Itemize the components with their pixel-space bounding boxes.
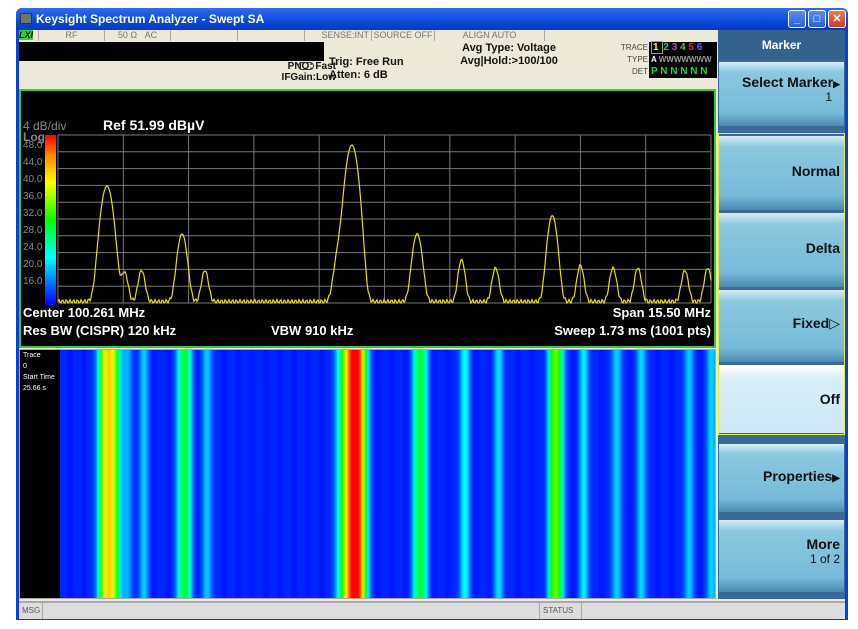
properties-softkey[interactable]: Properties▶ <box>719 444 844 512</box>
more-softkey[interactable]: More 1 of 2 <box>719 520 844 592</box>
waterfall-start-label: Start Time <box>23 374 55 381</box>
input-indicator: RF <box>39 30 105 41</box>
ifgain-setting: IFGain:Low <box>281 72 336 83</box>
detector-4: N <box>680 66 691 77</box>
trace-6[interactable]: 6 <box>697 42 703 53</box>
span: Span 15.50 MHz <box>612 305 711 320</box>
trigger-setting: Trig: Free Run <box>329 56 404 68</box>
more-label: More <box>806 536 840 552</box>
msg-field <box>43 603 540 619</box>
det-label: DET <box>632 67 648 76</box>
minimize-button[interactable]: _ <box>788 10 806 28</box>
coupling-indicator: AC <box>144 30 158 40</box>
lxi-indicator: LXI <box>19 30 34 40</box>
source-indicator: SOURCE OFF <box>372 30 435 41</box>
atten-setting: Atten: 6 dB <box>329 69 388 81</box>
avg-hold: Avg|Hold:>100/100 <box>460 55 558 67</box>
waterfall-display[interactable]: Trace 0 Start Time 25.66 s <box>19 349 716 599</box>
detector-1: P <box>651 66 661 77</box>
msg-label: MSG <box>19 603 43 619</box>
detector-5: N <box>690 66 701 77</box>
waterfall-image <box>60 350 715 598</box>
trace-type-rest: WWWWWWW <box>658 55 712 64</box>
video-bandwidth: VBW 910 kHz <box>271 323 354 338</box>
center-frequency: Center 100.261 MHz <box>23 305 146 320</box>
trace-5[interactable]: 5 <box>688 42 696 53</box>
trace-1[interactable]: 1 <box>651 41 664 54</box>
detector-3: N <box>670 66 681 77</box>
spectrum-graph[interactable]: 4 dB/div Ref 51.99 dBµV Log 48.0 44.0 40.0… <box>19 89 716 348</box>
select-marker-label: Select Marker▶ <box>742 74 840 90</box>
impedance-indicator: 50 Ω <box>117 30 138 40</box>
align-indicator: ALIGN AUTO <box>435 30 545 41</box>
waterfall-start-value: 25.66 s <box>23 385 46 392</box>
app-icon <box>20 13 32 24</box>
normal-softkey[interactable]: Normal <box>719 136 844 210</box>
softkey-panel: Marker Select Marker▶ 1 Normal Delta Fix… <box>718 30 845 599</box>
window-title: Keysight Spectrum Analyzer - Swept SA <box>36 12 265 26</box>
status-row: LXI RF 50 Ω AC SENSE:INT SOURCE OFF ALIG… <box>19 30 717 41</box>
client-area: LXI RF 50 Ω AC SENSE:INT SOURCE OFF ALIG… <box>19 30 845 619</box>
sweep-loop-icon <box>298 62 314 70</box>
message-display <box>19 42 324 61</box>
message-bar: MSG STATUS <box>19 601 845 619</box>
status-label: STATUS <box>540 603 582 619</box>
detector-6: N <box>700 66 708 77</box>
sweep-time: Sweep 1.73 ms (1001 pts) <box>554 323 711 338</box>
avg-type: Avg Type: Voltage <box>462 42 556 54</box>
maximize-button[interactable]: □ <box>808 10 826 28</box>
sense-indicator: SENSE:INT <box>305 30 372 41</box>
more-page: 1 of 2 <box>809 552 840 566</box>
trace-numbers: 1 2 3 4 5 6 <box>651 41 717 54</box>
type-label: TYPE <box>627 55 648 64</box>
trace-label: TRACE <box>620 43 648 52</box>
trace-3[interactable]: 3 <box>672 42 680 53</box>
waterfall-trace-label: Trace <box>23 352 41 359</box>
select-marker-softkey[interactable]: Select Marker▶ 1 <box>719 62 844 126</box>
select-marker-value: 1 <box>825 90 832 104</box>
delta-softkey[interactable]: Delta <box>719 213 844 287</box>
trace-type: A <box>651 55 657 64</box>
trace-2[interactable]: 2 <box>663 42 671 53</box>
pno-setting: PNO: Fast <box>287 61 336 72</box>
close-button[interactable]: ✕ <box>828 10 846 28</box>
off-softkey[interactable]: Off <box>719 365 844 433</box>
fixed-softkey[interactable]: Fixed▷ <box>719 290 844 362</box>
detector-row: P N N N N N <box>651 66 717 78</box>
trace-selector[interactable]: 1 2 3 4 5 6 A WWWWWWW P N N N N N <box>649 41 717 78</box>
waterfall-trace-value: 0 <box>23 363 27 370</box>
detector-2: N <box>660 66 671 77</box>
title-bar: Keysight Spectrum Analyzer - Swept SA _ … <box>16 8 848 30</box>
analyzer-window: Keysight Spectrum Analyzer - Swept SA _ … <box>16 8 848 620</box>
resolution-bandwidth: Res BW (CISPR) 120 kHz <box>23 323 177 338</box>
menu-title: Marker <box>718 30 845 60</box>
